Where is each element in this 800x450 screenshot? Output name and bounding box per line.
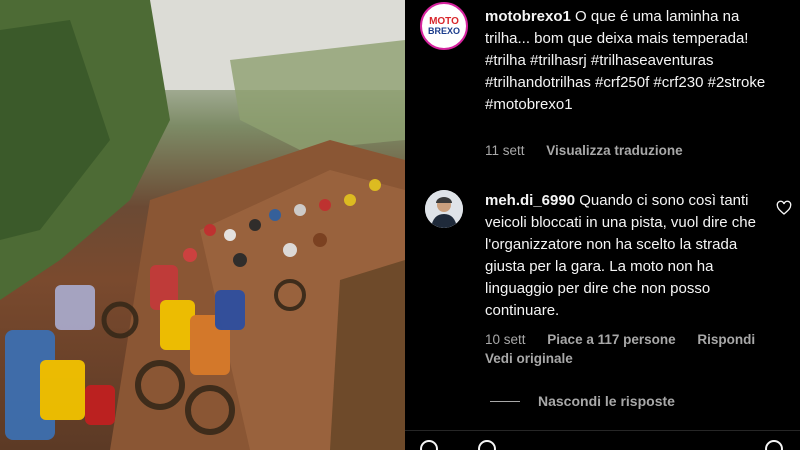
logo-text-brexo: BREXO	[427, 25, 460, 36]
comment-likes[interactable]: Piace a 117 persone	[547, 332, 675, 347]
hide-replies-label: Nascondi le risposte	[538, 393, 675, 409]
comment: meh.di_6990 Quando ci sono così tanti ve…	[485, 190, 770, 322]
commenter-username[interactable]: meh.di_6990	[485, 192, 575, 209]
author-username[interactable]: motobrexo1	[485, 8, 571, 25]
like-icon[interactable]	[420, 440, 438, 450]
see-original-link[interactable]: Vedi originale	[485, 351, 573, 366]
translate-link[interactable]: Visualizza traduzione	[546, 143, 682, 158]
replies-divider-line	[490, 400, 520, 402]
commenter-avatar[interactable]	[425, 190, 463, 228]
post-video[interactable]	[0, 0, 405, 450]
comment-text: Quando ci sono così tanti veicoli blocca…	[485, 192, 756, 319]
author-avatar[interactable]: MOTO BREXO	[420, 2, 468, 50]
action-bar	[420, 440, 790, 450]
comment-icon[interactable]	[478, 440, 496, 450]
person-icon	[425, 190, 463, 228]
post-meta: 11 sett Visualizza traduzione	[485, 143, 701, 158]
post-caption: motobrexo1 O que é uma laminha na trilha…	[485, 6, 785, 116]
comment-meta: 10 sett Piace a 117 persone Rispondi	[485, 332, 773, 347]
post-time[interactable]: 11 sett	[485, 143, 525, 158]
logo-text-moto: MOTO	[429, 15, 459, 27]
hide-replies-button[interactable]: Nascondi le risposte	[490, 393, 675, 409]
heart-icon[interactable]	[776, 200, 792, 216]
comment-time[interactable]: 10 sett	[485, 332, 526, 347]
save-icon[interactable]	[765, 440, 783, 450]
reply-button[interactable]: Rispondi	[697, 332, 755, 347]
muddy-trail-image	[0, 0, 405, 450]
divider	[405, 430, 800, 431]
see-original-row: Vedi originale	[485, 351, 591, 366]
